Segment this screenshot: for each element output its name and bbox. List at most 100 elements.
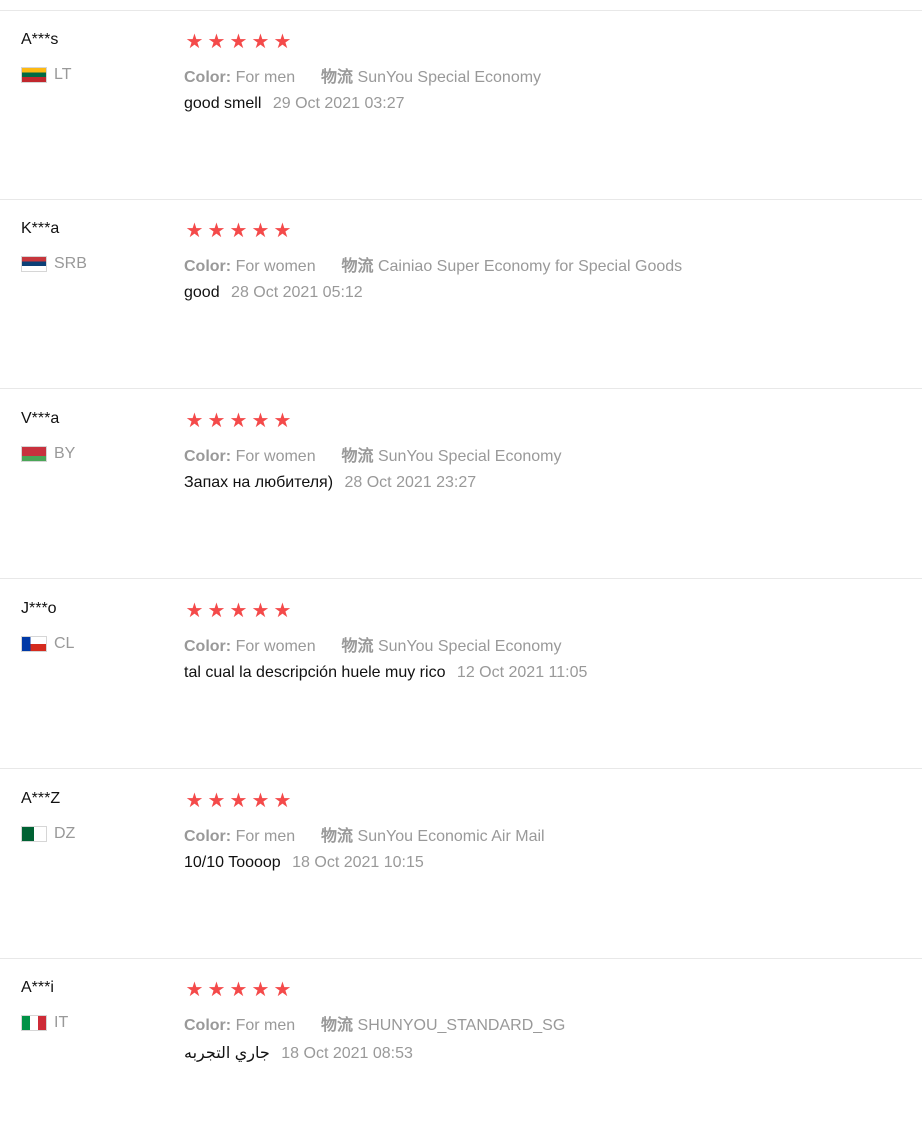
star-icon: ★ <box>229 410 248 432</box>
review-item: K***a SRB ★ ★ ★ ★ ★ Color: For women 物流 Cain… <box>0 200 922 389</box>
color-label: Color: <box>184 258 232 275</box>
reviewer-name: A***i <box>21 979 54 996</box>
star-rating: ★ ★ ★ ★ ★ <box>184 600 293 622</box>
logistics-label: 物流 <box>321 69 354 86</box>
star-rating: ★ ★ ★ ★ ★ <box>184 410 293 432</box>
color-label: Color: <box>184 448 232 465</box>
review-attributes: Color: For women 物流 Cainiao Super Econom… <box>184 252 682 276</box>
flag-icon <box>21 636 47 652</box>
review-date: 29 Oct 2021 03:27 <box>272 95 405 112</box>
review-comment-line: Запах на любителя) 28 Oct 2021 23:27 <box>184 474 476 492</box>
star-rating: ★ ★ ★ ★ ★ <box>184 31 293 53</box>
country-code: CL <box>54 635 75 652</box>
star-rating: ★ ★ ★ ★ ★ <box>184 979 293 1001</box>
star-icon: ★ <box>207 979 226 1001</box>
star-icon: ★ <box>185 600 204 622</box>
review-comment-line: جاري التجربه 18 Oct 2021 08:53 <box>184 1043 413 1063</box>
color-label: Color: <box>184 69 232 86</box>
star-icon: ★ <box>207 600 226 622</box>
country-code: DZ <box>54 825 76 842</box>
review-comment-line: 10/10 Toooop 18 Oct 2021 10:15 <box>184 854 424 872</box>
star-icon: ★ <box>185 220 204 242</box>
country-code: SRB <box>54 255 87 272</box>
star-icon: ★ <box>229 31 248 53</box>
review-comment: good <box>184 284 220 301</box>
review-date: 28 Oct 2021 05:12 <box>231 284 363 301</box>
reviewer-name: K***a <box>21 220 60 237</box>
star-icon: ★ <box>273 979 292 1001</box>
star-icon: ★ <box>273 790 292 812</box>
review-attributes: Color: For women 物流 SunYou Special Econo… <box>184 632 562 656</box>
review-comment: Запах на любителя) <box>184 474 334 491</box>
review-attributes: Color: For men 物流 SunYou Economic Air Ma… <box>184 822 545 846</box>
reviewer-country: BY <box>21 445 75 463</box>
reviewer-country: CL <box>21 635 74 653</box>
star-icon: ★ <box>185 31 204 53</box>
logistics-label: 物流 <box>321 1017 354 1034</box>
color-value: For men <box>235 1017 296 1034</box>
reviewer-name: J***o <box>21 600 57 617</box>
reviewer-country: SRB <box>21 255 87 273</box>
star-icon: ★ <box>273 600 292 622</box>
color-label: Color: <box>184 828 232 845</box>
star-icon: ★ <box>185 979 204 1001</box>
country-code: BY <box>54 445 76 462</box>
review-item: A***s LT ★ ★ ★ ★ ★ Color: For men 物流 SunYou … <box>0 11 922 200</box>
star-icon: ★ <box>207 790 226 812</box>
review-date: 12 Oct 2021 11:05 <box>456 664 588 681</box>
review-item: A***Z DZ ★ ★ ★ ★ ★ Color: For men 物流 SunYou … <box>0 770 922 959</box>
review-attributes: Color: For men 物流 SHUNYOU_STANDARD_SG <box>184 1011 565 1035</box>
country-code: LT <box>54 66 72 83</box>
star-icon: ★ <box>185 410 204 432</box>
review-comment: جاري التجربه <box>184 1045 270 1062</box>
review-attributes: Color: For men 物流 SunYou Special Economy <box>184 63 541 87</box>
star-icon: ★ <box>273 220 292 242</box>
review-attributes: Color: For women 物流 SunYou Special Econo… <box>184 442 562 466</box>
reviewer-name: A***s <box>21 31 59 48</box>
color-label: Color: <box>184 1017 232 1034</box>
review-comment: tal cual la descripción huele muy rico <box>184 664 446 681</box>
flag-icon <box>21 1015 47 1031</box>
reviewer-country: DZ <box>21 825 75 843</box>
color-value: For women <box>235 258 316 275</box>
logistics-value: SunYou Special Economy <box>357 69 542 86</box>
review-date: 18 Oct 2021 08:53 <box>281 1045 413 1062</box>
logistics-value: Cainiao Super Economy for Special Goods <box>377 258 683 275</box>
reviewer-name: V***a <box>21 410 60 427</box>
star-icon: ★ <box>207 31 226 53</box>
review-comment-line: good 28 Oct 2021 05:12 <box>184 284 363 302</box>
review-item: V***a BY ★ ★ ★ ★ ★ Color: For women 物流 SunYo… <box>0 390 922 579</box>
review-comment-line: tal cual la descripción huele muy rico 1… <box>184 664 587 682</box>
flag-icon <box>21 256 47 272</box>
color-value: For women <box>235 638 316 655</box>
star-icon: ★ <box>207 410 226 432</box>
logistics-value: SunYou Economic Air Mail <box>357 828 545 845</box>
star-icon: ★ <box>229 220 248 242</box>
review-item: J***o CL ★ ★ ★ ★ ★ Color: For women 物流 SunYo… <box>0 580 922 769</box>
star-icon: ★ <box>185 790 204 812</box>
review-date: 28 Oct 2021 23:27 <box>344 474 477 491</box>
star-icon: ★ <box>229 979 248 1001</box>
star-icon: ★ <box>273 31 292 53</box>
star-icon: ★ <box>251 979 270 1001</box>
star-icon: ★ <box>229 600 248 622</box>
star-icon: ★ <box>251 410 270 432</box>
star-icon: ★ <box>273 410 292 432</box>
star-icon: ★ <box>229 790 248 812</box>
review-comment-line: good smell 29 Oct 2021 03:27 <box>184 95 404 113</box>
flag-icon <box>21 446 47 462</box>
review-comment: 10/10 Toooop <box>184 854 281 871</box>
star-rating: ★ ★ ★ ★ ★ <box>184 220 293 242</box>
reviewer-country: IT <box>21 1014 68 1032</box>
country-code: IT <box>54 1014 69 1031</box>
star-icon: ★ <box>251 220 270 242</box>
reviewer-country: LT <box>21 66 71 84</box>
logistics-value: SunYou Special Economy <box>377 448 562 465</box>
logistics-value: SHUNYOU_STANDARD_SG <box>357 1017 566 1034</box>
star-icon: ★ <box>251 31 270 53</box>
star-icon: ★ <box>207 220 226 242</box>
color-value: For men <box>235 69 296 86</box>
reviewer-name: A***Z <box>21 790 61 807</box>
star-icon: ★ <box>251 790 270 812</box>
logistics-value: SunYou Special Economy <box>377 638 562 655</box>
